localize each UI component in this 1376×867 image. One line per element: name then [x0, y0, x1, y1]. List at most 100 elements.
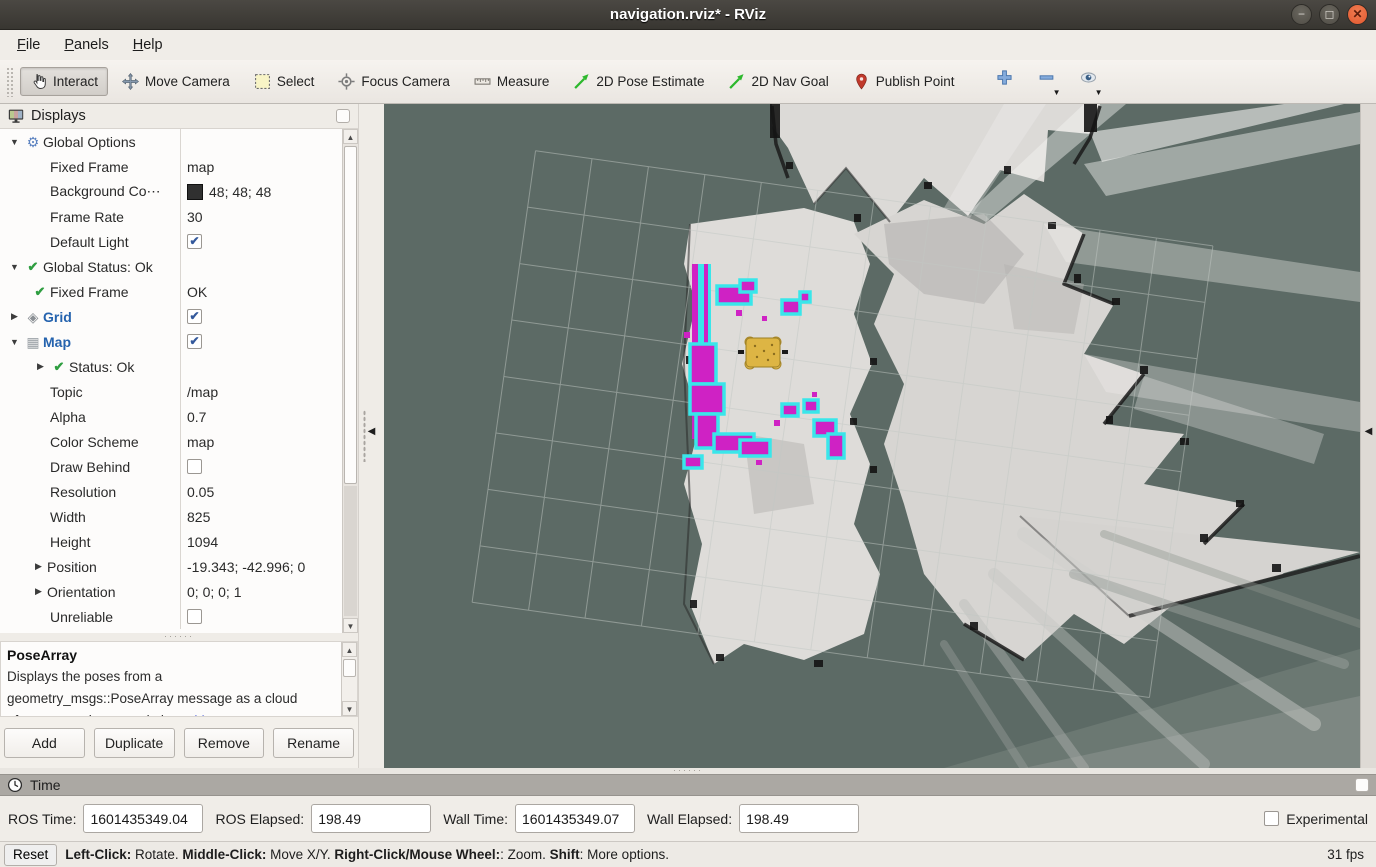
checkbox[interactable]: ✔: [187, 334, 202, 349]
tree-row-topic[interactable]: Topic/map: [0, 379, 342, 404]
tree-row-value-cell[interactable]: [180, 454, 342, 479]
scrollbar-track[interactable]: [344, 486, 357, 616]
close-button[interactable]: ✕: [1347, 4, 1368, 25]
maximize-button[interactable]: ◻: [1319, 4, 1340, 25]
tree-row-width[interactable]: Width825: [0, 504, 342, 529]
tree-row-value-cell[interactable]: [180, 129, 342, 154]
tree-row-value-cell[interactable]: map: [180, 429, 342, 454]
tree-row-value-cell[interactable]: 0.7: [180, 404, 342, 429]
panel-float-button[interactable]: [336, 109, 350, 123]
tree-row-resolution[interactable]: Resolution0.05: [0, 479, 342, 504]
expand-arrow-icon[interactable]: ▼: [6, 262, 23, 272]
expand-arrow-icon[interactable]: ▼: [6, 337, 23, 347]
tool-select[interactable]: Select: [244, 67, 325, 96]
scrollbar-thumb[interactable]: [344, 146, 357, 484]
tree-row-fixed-frame[interactable]: Fixed Framemap: [0, 154, 342, 179]
scroll-down-icon[interactable]: ▼: [342, 701, 357, 716]
tree-row-value-cell[interactable]: [180, 254, 342, 279]
tree-row-height[interactable]: Height1094: [0, 529, 342, 554]
tool-publish-point[interactable]: Publish Point: [843, 67, 965, 96]
toolbar-drag-handle[interactable]: [6, 67, 14, 97]
tree-row-background-co[interactable]: Background Co⋯48; 48; 48: [0, 179, 342, 204]
tool-focus-camera[interactable]: Focus Camera: [328, 67, 460, 96]
menu-help[interactable]: Help: [122, 33, 174, 57]
add-tool-button[interactable]: [991, 67, 1019, 97]
expand-arrow-icon[interactable]: ▼: [6, 137, 23, 147]
panel-float-button[interactable]: [1355, 778, 1369, 792]
tool-interact[interactable]: Interact: [20, 67, 108, 96]
tool-2d-nav-goal[interactable]: 2D Nav Goal: [718, 67, 838, 96]
more-link[interactable]: More: [194, 713, 225, 716]
tree-row-fixed-frame[interactable]: ✔Fixed FrameOK: [0, 279, 342, 304]
tree-row-map[interactable]: ▼▦Map✔: [0, 329, 342, 354]
checkbox[interactable]: [187, 459, 202, 474]
menu-panels[interactable]: Panels: [53, 33, 119, 57]
tool-move-camera[interactable]: Move Camera: [112, 67, 240, 96]
collapse-right-arrow-icon[interactable]: ◀: [1365, 426, 1373, 437]
3d-viewport[interactable]: [384, 104, 1360, 768]
expand-arrow-icon[interactable]: ▶: [30, 586, 47, 597]
expand-arrow-icon[interactable]: ▶: [32, 361, 49, 372]
tree-row-value-cell[interactable]: 48; 48; 48: [180, 179, 342, 204]
collapse-left-arrow-icon[interactable]: ◀: [368, 426, 376, 437]
add-button[interactable]: Add: [4, 728, 85, 758]
tool-measure[interactable]: Measure: [464, 67, 560, 96]
tree-row-value-cell[interactable]: ✔: [180, 329, 342, 354]
tree-row-value-cell[interactable]: 0.05: [180, 479, 342, 504]
dropdown-arrow-icon[interactable]: ▼: [1053, 88, 1061, 97]
tree-row-value-cell[interactable]: [180, 604, 342, 629]
tree-row-unreliable[interactable]: Unreliable: [0, 604, 342, 629]
tree-row-value-cell[interactable]: OK: [180, 279, 342, 304]
ros-time-input[interactable]: [83, 804, 203, 833]
tree-row-global-options[interactable]: ▼⚙Global Options: [0, 129, 342, 154]
tree-row-value-cell[interactable]: ✔: [180, 229, 342, 254]
tree-row-grid[interactable]: ▶◈Grid✔: [0, 304, 342, 329]
ros-elapsed-input[interactable]: [311, 804, 431, 833]
tree-row-orientation[interactable]: ▶Orientation0; 0; 0; 1: [0, 579, 342, 604]
displays-panel-header[interactable]: Displays: [0, 104, 358, 128]
time-panel-header[interactable]: Time: [0, 774, 1376, 796]
scroll-up-icon[interactable]: ▲: [343, 129, 358, 144]
tree-row-global-status-ok[interactable]: ▼✔Global Status: Ok: [0, 254, 342, 279]
scroll-down-icon[interactable]: ▼: [343, 618, 358, 633]
title-bar[interactable]: navigation.rviz* - RViz −◻✕: [0, 0, 1376, 30]
scroll-up-icon[interactable]: ▲: [342, 642, 357, 657]
tree-row-value-cell[interactable]: ✔: [180, 304, 342, 329]
tree-row-status-ok[interactable]: ▶✔Status: Ok: [0, 354, 342, 379]
tree-row-frame-rate[interactable]: Frame Rate30: [0, 204, 342, 229]
tree-row-value-cell[interactable]: map: [180, 154, 342, 179]
checkbox[interactable]: [187, 609, 202, 624]
tree-row-value-cell[interactable]: [180, 354, 342, 379]
tool-2d-pose-estimate[interactable]: 2D Pose Estimate: [563, 67, 714, 96]
tree-row-position[interactable]: ▶Position-19.343; -42.996; 0: [0, 554, 342, 579]
remove-tool-button[interactable]: ▼: [1033, 67, 1061, 97]
tree-row-value-cell[interactable]: 30: [180, 204, 342, 229]
tool-properties-button[interactable]: ▼: [1075, 67, 1103, 97]
tree-row-value-cell[interactable]: /map: [180, 379, 342, 404]
wall-time-input[interactable]: [515, 804, 635, 833]
expand-arrow-icon[interactable]: ▶: [30, 561, 47, 572]
experimental-checkbox[interactable]: [1264, 811, 1279, 826]
panel-splitter-handle[interactable]: ······: [0, 633, 358, 641]
tree-row-alpha[interactable]: Alpha0.7: [0, 404, 342, 429]
tree-row-value-cell[interactable]: -19.343; -42.996; 0: [180, 554, 342, 579]
scrollbar-thumb[interactable]: [343, 659, 356, 677]
tree-row-value-cell[interactable]: 825: [180, 504, 342, 529]
checkbox[interactable]: ✔: [187, 309, 202, 324]
displays-tree-scrollbar[interactable]: ▲ ▼: [342, 129, 358, 633]
menu-file[interactable]: File: [6, 33, 51, 57]
dropdown-arrow-icon[interactable]: ▼: [1095, 88, 1103, 97]
minimize-button[interactable]: −: [1291, 4, 1312, 25]
checkbox[interactable]: ✔: [187, 234, 202, 249]
left-panel-collapse-strip[interactable]: ◀: [358, 104, 384, 768]
tree-row-default-light[interactable]: Default Light✔: [0, 229, 342, 254]
tree-row-draw-behind[interactable]: Draw Behind: [0, 454, 342, 479]
duplicate-button[interactable]: Duplicate: [94, 728, 175, 758]
tree-row-value-cell[interactable]: 1094: [180, 529, 342, 554]
rename-button[interactable]: Rename: [273, 728, 354, 758]
tree-row-value-cell[interactable]: 0; 0; 0; 1: [180, 579, 342, 604]
tree-row-color-scheme[interactable]: Color Schememap: [0, 429, 342, 454]
right-panel-collapse-strip[interactable]: ◀: [1360, 104, 1376, 768]
reset-button[interactable]: Reset: [4, 844, 57, 866]
description-scrollbar[interactable]: ▲ ▼: [341, 642, 357, 716]
